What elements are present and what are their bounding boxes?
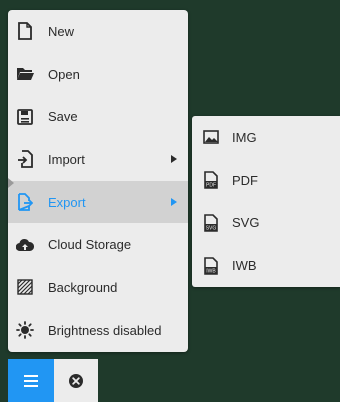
brightness-icon bbox=[16, 321, 34, 340]
menu-item-label: Open bbox=[48, 66, 80, 82]
menu-item-open[interactable]: Open bbox=[8, 53, 188, 96]
svg-file-icon: SVG bbox=[202, 214, 220, 232]
menu-toggle-button[interactable] bbox=[8, 359, 54, 402]
menu-item-background[interactable]: Background bbox=[8, 266, 188, 309]
menu-item-label: Cloud Storage bbox=[48, 237, 132, 253]
hamburger-menu-icon bbox=[24, 374, 38, 387]
menu-item-export[interactable]: Export bbox=[8, 180, 188, 224]
svg-text:PDF: PDF bbox=[206, 183, 216, 189]
menu-item-brightness[interactable]: Brightness disabled bbox=[8, 309, 188, 352]
submenu-item-pdf[interactable]: PDF PDF bbox=[192, 159, 340, 202]
submenu-item-svg[interactable]: SVG SVG bbox=[192, 202, 340, 245]
import-icon bbox=[16, 150, 34, 169]
submenu-item-label: SVG bbox=[232, 215, 260, 231]
submenu-item-label: IWB bbox=[232, 258, 257, 274]
submenu-item-label: IMG bbox=[232, 129, 257, 145]
menu-item-new[interactable]: New bbox=[8, 10, 188, 53]
export-icon bbox=[16, 193, 34, 211]
chevron-right-icon bbox=[171, 155, 177, 164]
cloud-upload-icon bbox=[16, 236, 34, 254]
save-icon bbox=[16, 108, 34, 126]
chevron-right-icon bbox=[171, 198, 177, 207]
menu-item-cloud-storage[interactable]: Cloud Storage bbox=[8, 223, 188, 266]
file-icon bbox=[16, 22, 34, 41]
pdf-file-icon: PDF bbox=[202, 171, 220, 189]
menu-item-label: New bbox=[48, 23, 75, 39]
submenu-item-iwb[interactable]: IWB IWB bbox=[192, 244, 340, 287]
close-circle-icon bbox=[69, 373, 83, 388]
menu-item-label: Import bbox=[48, 151, 85, 167]
menu-item-label: Brightness disabled bbox=[48, 322, 162, 338]
main-menu: New Open Save Import Export Cloud Storag… bbox=[8, 10, 188, 352]
side-handle-icon bbox=[8, 178, 14, 188]
menu-item-label: Export bbox=[48, 194, 86, 210]
svg-text:IWB: IWB bbox=[206, 268, 216, 274]
image-icon bbox=[202, 128, 220, 146]
menu-item-save[interactable]: Save bbox=[8, 95, 188, 138]
menu-item-import[interactable]: Import bbox=[8, 138, 188, 181]
iwb-file-icon: IWB bbox=[202, 256, 220, 275]
menu-item-label: Background bbox=[48, 279, 118, 295]
folder-open-icon bbox=[16, 65, 34, 83]
submenu-item-label: PDF bbox=[232, 172, 258, 188]
close-button[interactable] bbox=[54, 359, 98, 402]
export-submenu: IMG PDF PDF SVG SVG IWB IWB bbox=[192, 116, 340, 287]
bottom-toolbar bbox=[8, 359, 98, 402]
menu-item-label: Save bbox=[48, 109, 78, 125]
submenu-item-img[interactable]: IMG bbox=[192, 116, 340, 159]
svg-text:SVG: SVG bbox=[206, 225, 217, 231]
background-pattern-icon bbox=[16, 278, 34, 296]
